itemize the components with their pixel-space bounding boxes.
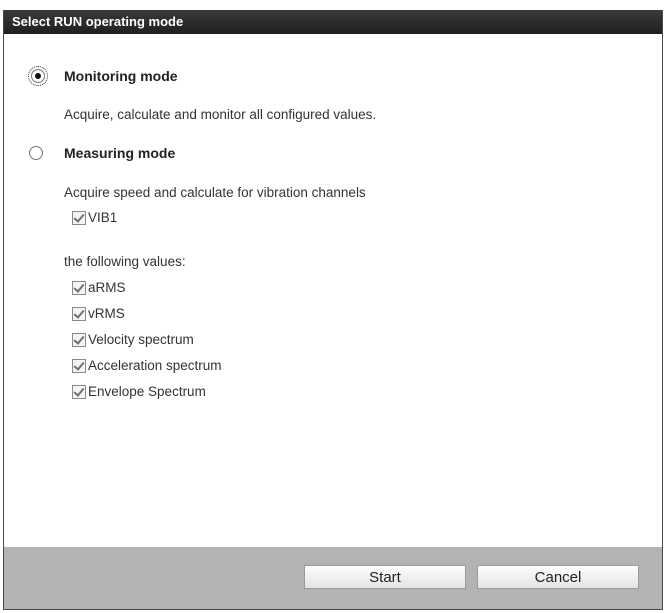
run-mode-dialog: Select RUN operating mode Monitoring mod… <box>3 10 663 610</box>
value-acceleration-spectrum-checkbox[interactable]: Acceleration spectrum <box>72 358 222 373</box>
dialog-footer: Start Cancel <box>4 547 662 609</box>
checkbox-label: aRMS <box>88 280 126 295</box>
checkbox-label: vRMS <box>88 306 125 321</box>
dialog-content: Monitoring mode Acquire, calculate and m… <box>4 34 662 548</box>
dialog-title: Select RUN operating mode <box>4 10 662 34</box>
monitoring-mode-label[interactable]: Monitoring mode <box>64 68 178 84</box>
monitoring-mode-radio[interactable] <box>28 66 48 86</box>
values-label: the following values: <box>64 254 186 269</box>
measuring-mode-description: Acquire speed and calculate for vibratio… <box>64 185 366 200</box>
checkbox-box[interactable] <box>72 280 86 295</box>
checkbox-box[interactable] <box>72 384 86 399</box>
channel-vib1-checkbox[interactable]: VIB1 <box>72 210 117 225</box>
value-arms-checkbox[interactable]: aRMS <box>72 280 126 295</box>
checkbox-box[interactable] <box>72 332 86 347</box>
checkbox-label: Velocity spectrum <box>88 332 194 347</box>
checkbox-box[interactable] <box>72 306 86 321</box>
measuring-mode-radio[interactable] <box>29 146 43 160</box>
monitoring-mode-description: Acquire, calculate and monitor all confi… <box>64 107 377 122</box>
checkbox-label: Acceleration spectrum <box>88 358 222 373</box>
measuring-mode-label[interactable]: Measuring mode <box>64 145 175 161</box>
value-envelope-spectrum-checkbox[interactable]: Envelope Spectrum <box>72 384 206 399</box>
checkbox-box[interactable] <box>72 358 86 373</box>
checkbox-label: Envelope Spectrum <box>88 384 206 399</box>
checkbox-box[interactable] <box>72 210 86 225</box>
value-velocity-spectrum-checkbox[interactable]: Velocity spectrum <box>72 332 194 347</box>
checkbox-label: VIB1 <box>88 210 118 225</box>
start-button[interactable]: Start <box>304 565 466 589</box>
cancel-button[interactable]: Cancel <box>477 565 639 589</box>
value-vrms-checkbox[interactable]: vRMS <box>72 306 125 321</box>
